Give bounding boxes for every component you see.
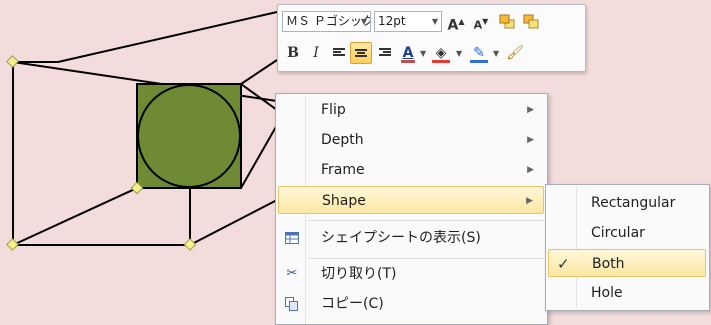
frame-line: [12, 187, 138, 246]
menu-item-label: Depth: [321, 132, 364, 148]
font-color-swatch: [401, 60, 415, 63]
check-icon: ✓: [557, 255, 570, 273]
grow-font-icon: A: [447, 17, 459, 34]
paint-bucket-icon: ◈: [435, 45, 447, 61]
handle-top-left[interactable]: [6, 55, 19, 68]
format-painter-button[interactable]: 🖌: [504, 42, 526, 64]
submenu-item-circular[interactable]: Circular: [548, 219, 706, 247]
align-center-icon: [355, 49, 367, 59]
menu-separator: [308, 258, 544, 259]
chevron-right-icon: ▶: [527, 165, 534, 175]
menu-item-show-shapesheet[interactable]: シェイプシートの表示(S): [278, 224, 544, 252]
font-name-combo[interactable]: ＭＳ Ｐゴシック ▼: [282, 11, 371, 32]
context-menu: Flip ▶ Depth ▶ Frame ▶ Shape ▶ シェイプシートの表…: [275, 93, 548, 325]
align-left-icon: [333, 48, 345, 58]
submenu-item-hole[interactable]: Hole: [548, 279, 706, 307]
copy-icon: [284, 296, 300, 312]
submenu-item-label: Rectangular: [591, 195, 676, 211]
submenu-item-both[interactable]: ✓ Both: [548, 249, 706, 277]
font-color-button[interactable]: A: [398, 42, 418, 64]
chevron-down-icon[interactable]: ▼: [493, 49, 499, 58]
inner-circle[interactable]: [137, 84, 241, 188]
shape-submenu: Rectangular Circular ✓ Both Hole: [545, 184, 710, 311]
submenu-item-label: Hole: [591, 285, 623, 301]
pen-icon: ✎: [473, 45, 485, 61]
font-size-value: 12pt: [378, 14, 406, 28]
send-to-back-button[interactable]: [520, 11, 542, 33]
menu-item-depth[interactable]: Depth ▶: [278, 126, 544, 154]
menu-item-flip[interactable]: Flip ▶: [278, 96, 544, 124]
send-to-back-icon: [523, 14, 539, 29]
chevron-right-icon: ▶: [527, 135, 534, 145]
chevron-down-icon[interactable]: ▼: [456, 49, 462, 58]
frame-line: [57, 11, 278, 63]
menu-item-label: 切り取り(T): [321, 266, 397, 282]
font-name-value: ＭＳ Ｐゴシック: [286, 14, 371, 28]
font-size-combo[interactable]: 12pt ▼: [374, 11, 442, 32]
mini-toolbar: ＭＳ Ｐゴシック ▼ 12pt ▼ A▲ A▼ B I A ▼ ◈ ▼ ✎ ▼ …: [277, 4, 586, 72]
fill-color-button[interactable]: ◈: [430, 42, 452, 64]
align-right-button[interactable]: [374, 42, 396, 64]
bring-to-front-button[interactable]: [496, 11, 518, 33]
menu-item-shape[interactable]: Shape ▶: [278, 186, 544, 214]
frame-line: [189, 199, 278, 246]
menu-item-label: コピー(C): [321, 296, 384, 312]
menu-item-label: Frame: [321, 162, 365, 178]
fill-color-swatch: [432, 60, 450, 63]
bring-to-front-icon: [499, 14, 515, 29]
handle-bottom-left[interactable]: [6, 238, 19, 251]
handle-bottom-mid[interactable]: [183, 238, 197, 251]
bold-button[interactable]: B: [282, 42, 304, 64]
shrink-font-icon: A: [473, 18, 483, 32]
menu-item-copy[interactable]: コピー(C): [278, 290, 544, 318]
shrink-font-button[interactable]: A▼: [470, 11, 492, 33]
chevron-down-icon[interactable]: ▼: [432, 12, 438, 31]
sheet-icon: [284, 230, 300, 246]
align-right-icon: [379, 48, 391, 58]
align-center-button[interactable]: [350, 42, 372, 64]
font-color-icon: A: [402, 45, 414, 61]
submenu-item-label: Both: [592, 256, 625, 272]
chevron-down-icon[interactable]: ▼: [420, 49, 426, 58]
menu-item-label: シェイプシートの表示(S): [321, 230, 481, 246]
menu-item-label: Flip: [321, 102, 346, 118]
line-color-button[interactable]: ✎: [468, 42, 490, 64]
italic-icon: I: [313, 45, 319, 61]
italic-button[interactable]: I: [305, 42, 327, 64]
menu-item-label: Shape: [322, 193, 366, 209]
bold-icon: B: [287, 45, 299, 61]
grow-font-button[interactable]: A▲: [445, 11, 467, 34]
scissors-icon: ✂: [286, 266, 298, 281]
menu-item-cut[interactable]: ✂ 切り取り(T): [278, 260, 544, 288]
line-color-swatch: [470, 60, 488, 63]
chevron-right-icon: ▶: [526, 196, 533, 206]
menu-item-frame[interactable]: Frame ▶: [278, 156, 544, 184]
format-painter-icon: 🖌: [506, 45, 524, 61]
submenu-item-rectangular[interactable]: Rectangular: [548, 189, 706, 217]
frame-line: [240, 59, 278, 85]
chevron-right-icon: ▶: [527, 105, 534, 115]
submenu-item-label: Circular: [591, 225, 645, 241]
align-left-button[interactable]: [328, 42, 350, 64]
chevron-down-icon[interactable]: ▼: [361, 12, 367, 31]
frame-line: [240, 124, 278, 189]
menu-separator: [308, 220, 544, 221]
